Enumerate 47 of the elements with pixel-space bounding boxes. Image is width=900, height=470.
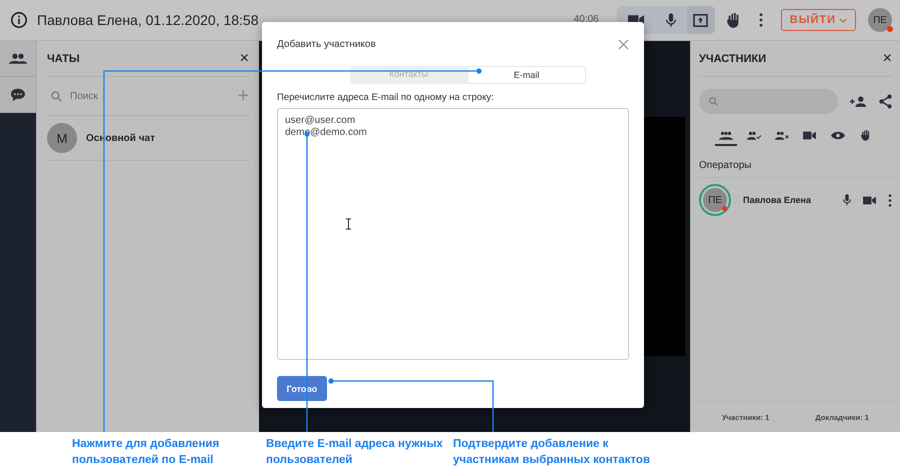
close-icon[interactable] (618, 38, 629, 50)
chat-icon (10, 88, 26, 102)
eye-icon (830, 130, 844, 140)
search-field[interactable]: Поиск (68, 90, 232, 102)
chat-avatar: M (47, 123, 77, 153)
raise-hand-icon[interactable] (726, 12, 741, 28)
info-icon[interactable] (10, 11, 28, 29)
hand-icon (860, 129, 870, 141)
microphone-icon[interactable] (843, 194, 851, 206)
participant-avatar: ПЕ (699, 184, 731, 216)
timer: 40:06 (574, 14, 599, 25)
status-dot (887, 26, 893, 32)
tab[interactable]: E-mail (467, 66, 586, 84)
camera-icon (803, 130, 816, 140)
search-field[interactable] (699, 89, 838, 114)
add-person-icon[interactable] (850, 96, 868, 107)
close-button[interactable]: × (882, 50, 892, 68)
panel-title: ЧАТЫ (47, 52, 80, 64)
screen-share-icon[interactable] (693, 14, 708, 26)
callout-text: Подтвердите добавление к участникам выбранных контактов (453, 437, 652, 468)
close-button[interactable]: × (240, 50, 249, 68)
user-avatar[interactable]: ПЕ (868, 8, 892, 32)
callout-text: Введите E-mail адреса нужных пользователей (266, 437, 444, 468)
people-check-icon (746, 130, 760, 140)
search-icon (51, 90, 62, 102)
share-icon[interactable] (879, 94, 892, 109)
search-icon (709, 97, 718, 106)
more-icon[interactable] (888, 194, 892, 206)
text-cursor-icon (345, 218, 352, 230)
camera-icon[interactable] (863, 196, 876, 204)
panel-title: УЧАСТНИКИ (699, 52, 766, 64)
section-heading: Операторы (699, 160, 892, 178)
chat-tab[interactable] (0, 77, 36, 113)
dialog-title: Добавить участников (277, 38, 376, 50)
people-cross-icon (774, 130, 788, 140)
field-label: Перечислите адреса E-mail по одному на строку: (277, 92, 495, 103)
done-button[interactable]: Готово (277, 376, 327, 401)
conference-title: Павлова Елена, 01.12.2020, 18:58 (37, 12, 259, 28)
callout-text: Нажмите для добавления пользователей по E-mail (72, 437, 220, 468)
group-icon (718, 130, 732, 140)
more-icon[interactable] (758, 13, 763, 27)
email-list-field[interactable]: user@user.com demo@demo.com (277, 108, 629, 360)
people-icon (9, 53, 27, 64)
participants-tab[interactable] (0, 41, 36, 77)
microphone-icon[interactable] (666, 12, 676, 28)
caret-icon (839, 18, 847, 22)
participant-name: Павлова Елена (743, 195, 812, 205)
